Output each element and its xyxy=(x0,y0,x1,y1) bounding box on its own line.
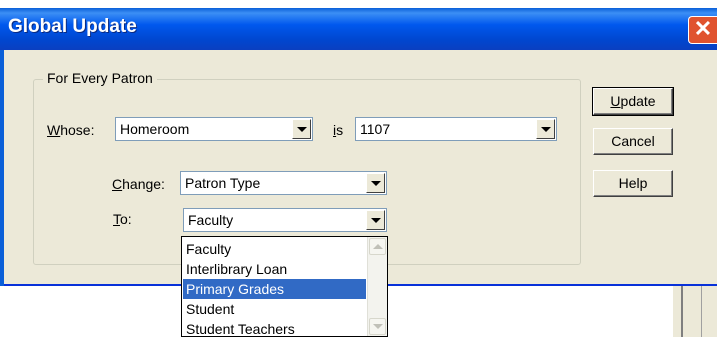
to-dropdown-list[interactable]: Faculty Interlibrary Loan Primary Grades… xyxy=(181,236,388,337)
change-select[interactable]: Patron Type xyxy=(180,171,387,195)
help-button[interactable]: Help xyxy=(593,170,673,197)
chevron-down-icon[interactable] xyxy=(366,173,385,193)
title-bar[interactable]: Global Update ✕ xyxy=(0,8,717,50)
list-item[interactable]: Student xyxy=(183,299,366,319)
to-value: Faculty xyxy=(188,212,234,228)
update-button[interactable]: Update xyxy=(592,87,674,116)
chevron-down-icon[interactable] xyxy=(292,119,311,139)
list-item-selected[interactable]: Primary Grades xyxy=(183,279,366,299)
whose-label: Whose: xyxy=(47,122,95,138)
scroll-down-icon[interactable] xyxy=(369,318,386,335)
change-value: Patron Type xyxy=(185,175,261,191)
close-icon: ✕ xyxy=(693,16,713,41)
chevron-down-icon[interactable] xyxy=(366,210,385,230)
cancel-button[interactable]: Cancel xyxy=(593,128,673,155)
scroll-up-icon[interactable] xyxy=(369,238,386,255)
is-value: 1107 xyxy=(360,121,391,137)
list-item[interactable]: Faculty xyxy=(183,239,366,259)
list-item[interactable]: Interlibrary Loan xyxy=(183,259,366,279)
to-label: To: xyxy=(113,211,132,227)
chevron-down-icon[interactable] xyxy=(536,119,555,139)
window-border xyxy=(0,50,4,286)
whose-value: Homeroom xyxy=(120,121,190,137)
background-divider xyxy=(701,286,702,337)
background-window xyxy=(673,286,717,337)
to-select[interactable]: Faculty xyxy=(183,208,387,232)
is-label: is xyxy=(333,122,344,138)
group-title: For Every Patron xyxy=(43,70,157,86)
background-divider xyxy=(681,286,683,337)
close-button[interactable]: ✕ xyxy=(688,16,717,44)
whose-select[interactable]: Homeroom xyxy=(115,117,313,141)
change-label: Change: xyxy=(112,176,165,192)
dropdown-scrollbar[interactable] xyxy=(367,237,387,336)
list-item[interactable]: Student Teachers xyxy=(183,319,366,336)
dialog-title: Global Update xyxy=(8,16,137,37)
is-select[interactable]: 1107 xyxy=(355,117,557,141)
